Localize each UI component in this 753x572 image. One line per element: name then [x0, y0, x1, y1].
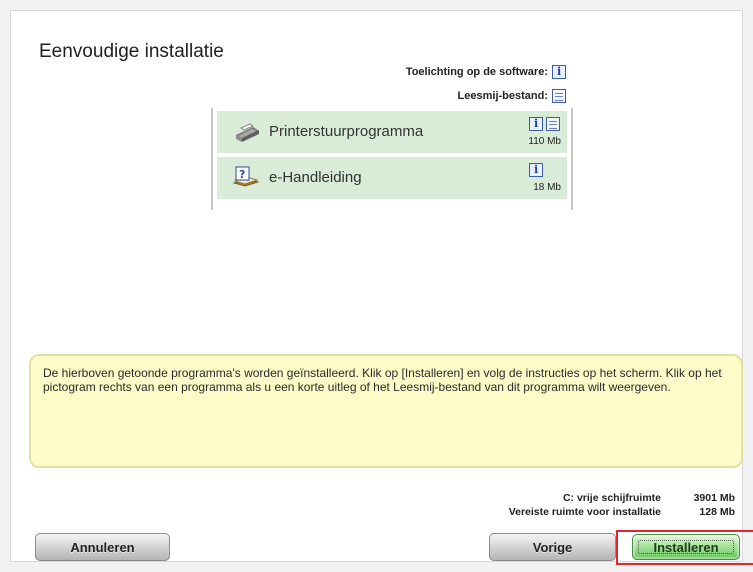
info-icon — [552, 65, 566, 79]
document-icon — [552, 89, 566, 103]
software-explanation-line: Toelichting op de software: — [406, 65, 566, 79]
installer-window: Eenvoudige installatie Toelichting op de… — [10, 10, 753, 565]
required-space-row: Vereiste ruimte voor installatie 128 Mb — [415, 505, 735, 519]
required-space-value: 128 Mb — [699, 506, 735, 518]
disk-space-summary: C: vrije schijfruimte 3901 Mb Vereiste r… — [415, 491, 735, 519]
program-name: e-Handleiding — [269, 169, 362, 186]
page-title: Eenvoudige installatie — [39, 41, 224, 62]
printer-icon — [236, 123, 259, 142]
program-row-e-manual: ? e-Handleiding 18 Mb — [217, 157, 567, 199]
cancel-button[interactable]: Annuleren — [35, 533, 170, 561]
free-space-value: 3901 Mb — [693, 492, 735, 504]
program-info-icon[interactable] — [529, 117, 543, 131]
svg-text:?: ? — [239, 168, 245, 181]
program-tools — [529, 117, 560, 131]
program-row-printer-driver: Printerstuurprogramma 110 Mb — [217, 111, 567, 153]
program-info-icon[interactable] — [529, 163, 543, 177]
readme-label: Leesmij-bestand: — [457, 90, 548, 102]
program-tools — [529, 163, 543, 177]
install-button-highlight: Installeren — [616, 530, 753, 565]
required-space-label: Vereiste ruimte voor installatie — [508, 506, 661, 518]
installation-message: De hierboven getoonde programma's worden… — [29, 354, 743, 468]
previous-button[interactable]: Vorige — [489, 533, 616, 561]
program-name: Printerstuurprogramma — [269, 123, 424, 140]
install-button[interactable]: Installeren — [632, 534, 740, 560]
message-text: De hierboven getoonde programma's worden… — [43, 366, 722, 394]
program-document-icon[interactable] — [546, 117, 560, 131]
software-list: Printerstuurprogramma 110 Mb ? e-Handlei… — [211, 108, 573, 210]
free-space-row: C: vrije schijfruimte 3901 Mb — [415, 491, 735, 505]
manual-book-icon: ? — [232, 166, 260, 187]
readme-line: Leesmij-bestand: — [458, 89, 566, 103]
program-size: 110 Mb — [528, 136, 561, 147]
program-size: 18 Mb — [533, 182, 561, 193]
free-space-label: C: vrije schijfruimte — [562, 492, 661, 504]
software-explanation-label: Toelichting op de software: — [405, 66, 548, 78]
